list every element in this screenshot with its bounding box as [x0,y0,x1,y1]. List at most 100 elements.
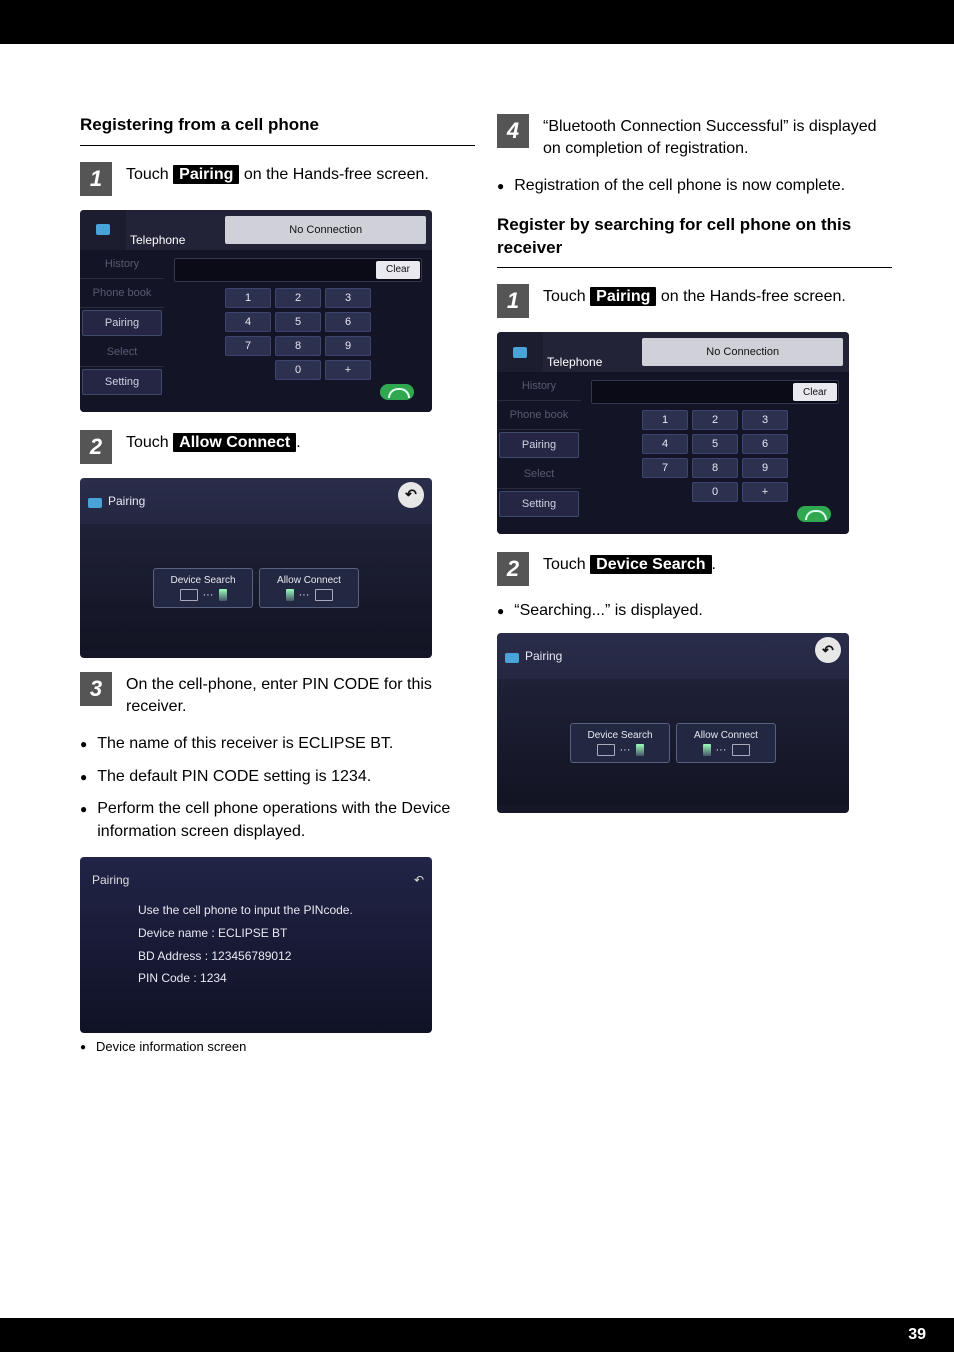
keypad-lastrow: 0 + [616,482,849,502]
key: 4 [642,434,688,454]
key: 8 [692,458,738,478]
key: 6 [742,434,788,454]
keypad-area: Clear 1 2 3 4 5 6 7 8 [581,372,849,534]
pairing-chip: Pairing [173,165,239,184]
step-text: Touch Pairing on the Hands-free screen. [126,162,429,186]
bullet-icon: ● [497,175,504,198]
key: 1 [225,288,271,308]
key: 7 [642,458,688,478]
screenshot-title: Pairing [523,649,562,663]
bullet-text: The name of this receiver is ECLIPSE BT. [97,733,393,756]
left-column: Registering from a cell phone 1 Touch Pa… [80,114,475,1056]
section-title: Register by searching for cell phone on … [497,214,892,260]
text: Touch [543,288,590,305]
keypad-area: Clear 1 2 3 4 5 6 7 8 [164,250,432,412]
side-item: Select [497,460,581,489]
screenshot-body: Device Search ··· Allow Connect ··· [497,679,849,805]
back-icon: ↶ [815,637,841,663]
key: 0 [275,360,321,380]
side-item: Phone book [80,279,164,308]
screenshot-header: Pairing ↶ [497,633,849,665]
phone-icon [505,653,519,663]
step-1: 1 Touch Pairing on the Hands-free screen… [497,284,892,318]
screenshot-title: Pairing [92,873,129,887]
pairing-buttons: Device Search ··· Allow Connect ··· [570,723,776,763]
step-text: On the cell-phone, enter PIN CODE for th… [126,672,475,719]
device-search-pill: Device Search ··· [153,568,253,608]
right-column: 4 “Bluetooth Connection Successful” is d… [497,114,892,1056]
key: 9 [325,336,371,356]
call-icon [380,384,414,400]
key: + [742,482,788,502]
screenshot-header: Pairing ↶ [80,857,432,889]
screenshot-title: Telephone [126,233,185,250]
page-number: 39 [908,1326,926,1344]
bullet-text: “Searching...” is displayed. [514,600,703,623]
key: 5 [692,434,738,454]
columns: Registering from a cell phone 1 Touch Pa… [80,114,892,1056]
key: 2 [275,288,321,308]
keypad: 1 2 3 4 5 6 7 8 9 [174,288,422,356]
key: 1 [642,410,688,430]
side-item-setting: Setting [499,491,579,517]
step-text: Touch Device Search. [543,552,716,576]
device-info-screenshot: Pairing ↶ Use the cell phone to input th… [80,857,432,1033]
text: on the Hands-free screen. [656,288,845,305]
phone-icon [497,332,543,372]
clear-button: Clear [793,383,837,401]
key: 3 [742,410,788,430]
caption: ● Device information screen [80,1039,475,1056]
label: Device Search [170,575,235,586]
divider [80,145,475,146]
bullet-icon: ● [80,733,87,756]
text: . [296,434,300,451]
allow-connect-pill: Allow Connect ··· [676,723,776,763]
top-black-bar [0,0,954,44]
page-footer: 39 [0,1318,954,1352]
label: Allow Connect [694,730,758,741]
step-2: 2 Touch Device Search. [497,552,892,586]
side-menu: History Phone book Pairing Select Settin… [497,372,581,534]
bullet: ●“Searching...” is displayed. [497,600,892,623]
caption-text: Device information screen [96,1039,246,1056]
bullet-text: The default PIN CODE setting is 1234. [97,766,371,789]
key: 2 [692,410,738,430]
phone-icon [88,498,102,508]
bullet: ● Registration of the cell phone is now c… [497,175,892,198]
side-item-pairing: Pairing [499,432,579,458]
glyph: ··· [180,589,227,601]
bullet: ● The name of this receiver is ECLIPSE BT… [80,733,475,756]
text: Touch [543,556,590,573]
pairing-buttons: Device Search ··· Allow Connect ··· [153,568,359,608]
step-4: 4 “Bluetooth Connection Successful” is d… [497,114,892,161]
key: 8 [275,336,321,356]
text: Touch [126,166,173,183]
step-2: 2 Touch Allow Connect. [80,430,475,464]
screenshot-header: Telephone No Connection [80,210,432,250]
label: Device Search [587,730,652,741]
key: 3 [325,288,371,308]
pairing-screenshot: Pairing ↶ Device Search ··· [80,478,432,658]
screenshot-header: Telephone No Connection [497,332,849,372]
glyph: ··· [597,744,644,756]
side-item: History [497,372,581,401]
pairing-screenshot: Pairing ↶ Device Search ··· [497,633,849,813]
key: 7 [225,336,271,356]
glyph: ··· [286,589,333,601]
bullet-icon: ● [80,1039,86,1056]
line: PIN Code : 1234 [138,967,414,990]
side-item-setting: Setting [82,369,162,395]
step-number: 1 [497,284,529,318]
line: Device name : ECLIPSE BT [138,922,414,945]
pairing-chip: Pairing [590,287,656,306]
step-text: Touch Allow Connect. [126,430,301,454]
key: + [325,360,371,380]
screenshot-header: Pairing ↶ [80,478,432,510]
bullet-text: Registration of the cell phone is now co… [514,175,845,198]
step-text: Touch Pairing on the Hands-free screen. [543,284,846,308]
side-item: Phone book [497,401,581,430]
telephone-screenshot: Telephone No Connection History Phone bo… [80,210,432,412]
key: 9 [742,458,788,478]
step-number: 3 [80,672,112,706]
device-info-lines: Use the cell phone to input the PINcode.… [80,889,432,990]
